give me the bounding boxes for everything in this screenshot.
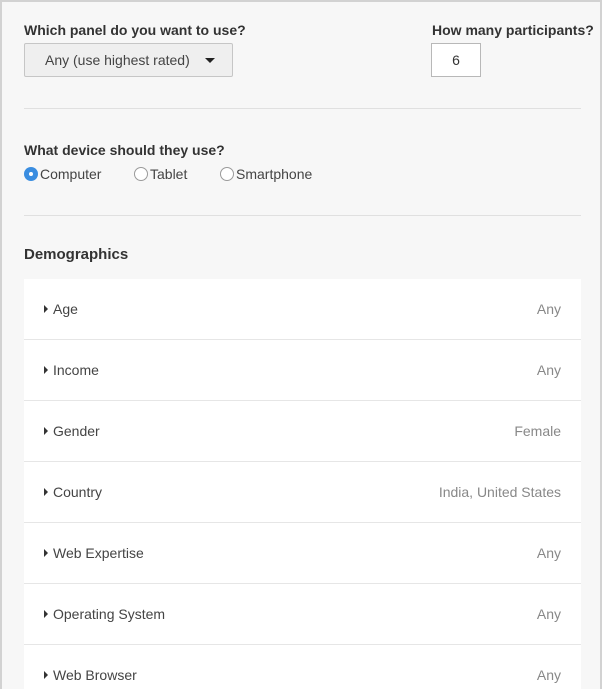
demographic-row-web-expertise[interactable]: Web Expertise Any bbox=[24, 523, 581, 584]
demographic-label: Income bbox=[53, 362, 99, 378]
demographic-value: India, United States bbox=[438, 484, 561, 500]
panel-dropdown-value: Any (use highest rated) bbox=[45, 52, 190, 68]
radio-unchecked-icon[interactable] bbox=[134, 167, 148, 181]
demographic-label: Gender bbox=[53, 423, 100, 439]
participants-question-label: How many participants? bbox=[432, 22, 594, 38]
radio-checked-icon[interactable] bbox=[24, 167, 38, 181]
demographic-label: Age bbox=[53, 301, 78, 317]
demographics-title: Demographics bbox=[24, 246, 129, 263]
device-option-label: Smartphone bbox=[236, 166, 313, 182]
device-option-label: Tablet bbox=[150, 166, 188, 182]
demographic-label: Operating System bbox=[53, 606, 166, 622]
demographic-row-country[interactable]: Country India, United States bbox=[24, 462, 581, 523]
caret-right-icon bbox=[44, 670, 48, 679]
demographic-row-gender[interactable]: Gender Female bbox=[24, 401, 581, 462]
demographic-row-web-browser[interactable]: Web Browser Any bbox=[24, 645, 581, 689]
caret-right-icon bbox=[44, 365, 48, 374]
demographic-value: Any bbox=[536, 545, 561, 561]
panel-dropdown[interactable]: Any (use highest rated) bbox=[24, 43, 233, 77]
demographic-label: Web Browser bbox=[53, 667, 137, 683]
caret-right-icon bbox=[44, 426, 48, 435]
divider bbox=[24, 108, 581, 109]
demographic-value: Female bbox=[514, 423, 561, 439]
demographic-row-income[interactable]: Income Any bbox=[24, 340, 581, 401]
caret-right-icon bbox=[44, 548, 48, 557]
participants-input[interactable] bbox=[431, 43, 481, 77]
device-radio-computer[interactable]: Computer bbox=[24, 165, 101, 183]
device-option-label: Computer bbox=[40, 166, 102, 182]
radio-unchecked-icon[interactable] bbox=[220, 167, 234, 181]
device-radio-smartphone[interactable]: Smartphone bbox=[220, 165, 312, 183]
demographic-value: Any bbox=[536, 362, 561, 378]
demographic-label: Country bbox=[53, 484, 103, 500]
caret-down-icon bbox=[205, 58, 215, 63]
demographic-row-operating-system[interactable]: Operating System Any bbox=[24, 584, 581, 645]
caret-right-icon bbox=[44, 487, 48, 496]
divider bbox=[24, 215, 581, 216]
panel-question-label: Which panel do you want to use? bbox=[24, 22, 246, 38]
device-question-label: What device should they use? bbox=[24, 142, 225, 158]
caret-right-icon bbox=[44, 304, 48, 313]
demographics-list: Age Any Income Any Gender Female Country… bbox=[24, 279, 581, 689]
demographic-value: Any bbox=[536, 606, 561, 622]
demographic-value: Any bbox=[536, 301, 561, 317]
device-radio-tablet[interactable]: Tablet bbox=[134, 165, 187, 183]
demographic-value: Any bbox=[536, 667, 561, 683]
settings-panel: Which panel do you want to use? How many… bbox=[0, 0, 602, 689]
demographic-label: Web Expertise bbox=[53, 545, 144, 561]
demographic-row-age[interactable]: Age Any bbox=[24, 279, 581, 340]
caret-right-icon bbox=[44, 609, 48, 618]
